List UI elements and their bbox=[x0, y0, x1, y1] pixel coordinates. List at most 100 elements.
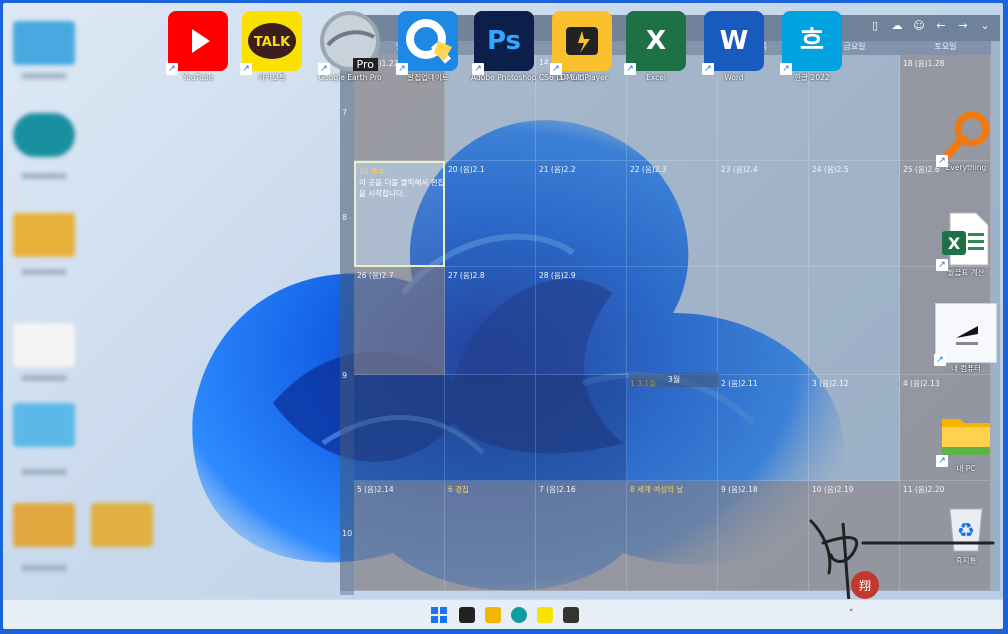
calendar-day-cell[interactable]: 6 경칩 bbox=[445, 481, 536, 591]
shortcut-arrow-icon: ↗ bbox=[240, 63, 252, 75]
calendar-day-cell[interactable] bbox=[627, 267, 718, 375]
shortcut-arrow-icon: ↗ bbox=[936, 455, 948, 467]
app-glyph: X bbox=[645, 26, 667, 56]
day-label: 10 (음)2.19 bbox=[812, 485, 854, 494]
week-number: 9 bbox=[342, 371, 348, 380]
hangul-icon: 흐 ↗ bbox=[780, 11, 842, 75]
calendar-day-cell[interactable]: 1 3.1절 bbox=[627, 375, 718, 481]
desktop-icon-5[interactable] bbox=[13, 403, 75, 447]
desktop-icon-4[interactable] bbox=[13, 323, 75, 367]
word-shortcut[interactable]: W ↗ Word bbox=[701, 11, 767, 82]
day-label: 21 (음)2.2 bbox=[539, 165, 576, 174]
day-label: 20 (음)2.1 bbox=[448, 165, 485, 174]
calendar-day-cell[interactable]: 5 (음)2.14 bbox=[354, 481, 445, 591]
day-label: 27 (음)2.8 bbox=[448, 271, 485, 280]
calendar-day-cell[interactable]: 2 (음)2.11 bbox=[718, 375, 809, 481]
calendar-day-cell[interactable] bbox=[809, 267, 900, 375]
file-explorer-icon[interactable] bbox=[485, 607, 501, 623]
day-label: 22 (음)2.3 bbox=[630, 165, 667, 174]
photoshop-shortcut[interactable]: Ps ↗ Adobe Photoshop CS6 (64 Bit) bbox=[471, 11, 584, 82]
ldplayer-shortcut[interactable]: ↗ LDMultiPlayer bbox=[549, 11, 615, 82]
google-earth-pro-icon: Pro ↗ bbox=[318, 11, 380, 75]
windows-start-icon[interactable] bbox=[431, 607, 447, 623]
day-label: 8 세계 여성의 날 bbox=[630, 485, 684, 494]
magnifier-icon: ↗ bbox=[936, 107, 994, 167]
shortcut-arrow-icon: ↗ bbox=[550, 63, 562, 75]
day-label: 6 경칩 bbox=[448, 485, 469, 494]
day-label: 28 (음)2.9 bbox=[539, 271, 576, 280]
app-glyph: 흐 bbox=[800, 26, 824, 56]
alzip-shortcut[interactable]: ↗ 알집업데이트 bbox=[395, 11, 461, 82]
word-icon: W ↗ bbox=[702, 11, 764, 75]
ldplayer-icon: ↗ bbox=[550, 11, 612, 75]
svg-text:翔: 翔 bbox=[859, 579, 871, 593]
kakaotalk-shortcut[interactable]: TALK ↗ 카카오톡 bbox=[239, 11, 305, 82]
calendar-day-cell[interactable]: 28 (음)2.9 bbox=[536, 267, 627, 375]
task-view-icon[interactable] bbox=[459, 607, 475, 623]
everything-shortcut[interactable]: ↗ Everything bbox=[933, 107, 999, 172]
calendar-day-cell[interactable]: 27 (음)2.8 bbox=[445, 267, 536, 375]
calendar-day-cell[interactable]: 24 (음)2.5 bbox=[809, 161, 900, 267]
calendar-day-cell[interactable] bbox=[354, 375, 445, 481]
calendar-day-cell[interactable]: 21 (음)2.2 bbox=[536, 161, 627, 267]
youtube-shortcut[interactable]: ↗ YouTube bbox=[165, 11, 231, 82]
desktop-icon-3[interactable] bbox=[13, 213, 75, 257]
taskbar: ˄ bbox=[3, 599, 1003, 629]
app-taskbar-icon[interactable] bbox=[563, 607, 579, 623]
calendar-day-cell[interactable] bbox=[718, 267, 809, 375]
calendar-day-cell[interactable]: 7 (음)2.16 bbox=[536, 481, 627, 591]
day-label: 4 (음)2.13 bbox=[903, 379, 940, 388]
month-label: 3월 bbox=[629, 373, 719, 387]
calendar-day-cell[interactable]: 8 세계 여성의 날 bbox=[627, 481, 718, 591]
alzip-icon: ↗ bbox=[396, 11, 458, 75]
week-number: 10 bbox=[342, 529, 353, 538]
hangul-shortcut[interactable]: 흐 ↗ 한글 2022 bbox=[779, 11, 845, 82]
desktop-icon-6[interactable] bbox=[13, 503, 75, 547]
week-number: 7 bbox=[342, 108, 348, 117]
shortcut-arrow-icon: ↗ bbox=[396, 63, 408, 75]
folder-icon: ↗ bbox=[936, 407, 994, 467]
calendar-day-cell[interactable]: 20 (음)2.1 bbox=[445, 161, 536, 267]
chevron-down-icon[interactable]: ⌄ bbox=[978, 19, 992, 33]
week-number-column: 7 8 9 10 bbox=[340, 55, 354, 595]
desktop-icon-2[interactable] bbox=[13, 113, 75, 157]
shortcut-arrow-icon: ↗ bbox=[780, 63, 792, 75]
calendar-day-cell[interactable]: 23 (음)2.4 bbox=[718, 161, 809, 267]
calendar-day-cell[interactable]: 26 (음)2.7 bbox=[354, 267, 445, 375]
excel-file-shortcut[interactable]: X ↗ 월급표 계산 bbox=[933, 211, 999, 278]
desktop: ▯ ☁ ☺ ← → ⌄ 7 8 9 10 일월화수목금요일토요일12 (음)1.… bbox=[3, 3, 1003, 629]
day-label: 9 (음)2.18 bbox=[721, 485, 758, 494]
kakaotalk-icon: TALK ↗ bbox=[240, 11, 302, 75]
calendar-day-cell[interactable] bbox=[445, 375, 536, 481]
folder-shortcut[interactable]: ↗ 내 PC bbox=[933, 407, 999, 474]
shortcut-app[interactable]: ↗ 내 컴퓨터 bbox=[933, 303, 999, 374]
user-icon[interactable]: ☺ bbox=[912, 19, 926, 33]
shortcut-arrow-icon: ↗ bbox=[166, 63, 178, 75]
tray-chevron-icon[interactable]: ˄ bbox=[849, 609, 854, 619]
pro-badge: Pro bbox=[352, 58, 378, 71]
day-label: 26 (음)2.7 bbox=[357, 271, 394, 280]
left-desktop-icons bbox=[3, 3, 168, 603]
calendar-day-cell[interactable] bbox=[536, 375, 627, 481]
day-label: 7 (음)2.16 bbox=[539, 485, 576, 494]
calendar-day-cell[interactable]: 19 우수 이 곳을 더블 클릭해서 편집을 시작합니다. bbox=[354, 161, 445, 267]
day-label: 18 (음)1.28 bbox=[903, 59, 945, 68]
back-arrow-icon[interactable]: ← bbox=[934, 19, 948, 33]
calendar-day-cell[interactable]: 22 (음)2.3 bbox=[627, 161, 718, 267]
kakaotalk-taskbar-icon[interactable] bbox=[537, 607, 553, 623]
excel-icon: X ↗ bbox=[624, 11, 686, 75]
shortcut-arrow-icon: ↗ bbox=[472, 63, 484, 75]
cloud-icon[interactable]: ☁ bbox=[890, 19, 904, 33]
youtube-icon: ↗ bbox=[166, 11, 228, 75]
day-label: 3 (음)2.12 bbox=[812, 379, 849, 388]
edge-icon[interactable] bbox=[511, 607, 527, 623]
forward-arrow-icon[interactable]: → bbox=[956, 19, 970, 33]
desktop-icon-7[interactable] bbox=[91, 503, 153, 547]
app-glyph: Ps bbox=[486, 26, 522, 56]
desktop-icon-1[interactable] bbox=[13, 21, 75, 65]
excel-shortcut[interactable]: X ↗ Excel bbox=[623, 11, 689, 82]
calendar-day-cell[interactable]: 3 (음)2.12 bbox=[809, 375, 900, 481]
phone-icon[interactable]: ▯ bbox=[868, 19, 882, 33]
google-earth-pro-shortcut[interactable]: Pro ↗ Google Earth Pro bbox=[317, 11, 383, 82]
shortcut-arrow-icon: ↗ bbox=[702, 63, 714, 75]
